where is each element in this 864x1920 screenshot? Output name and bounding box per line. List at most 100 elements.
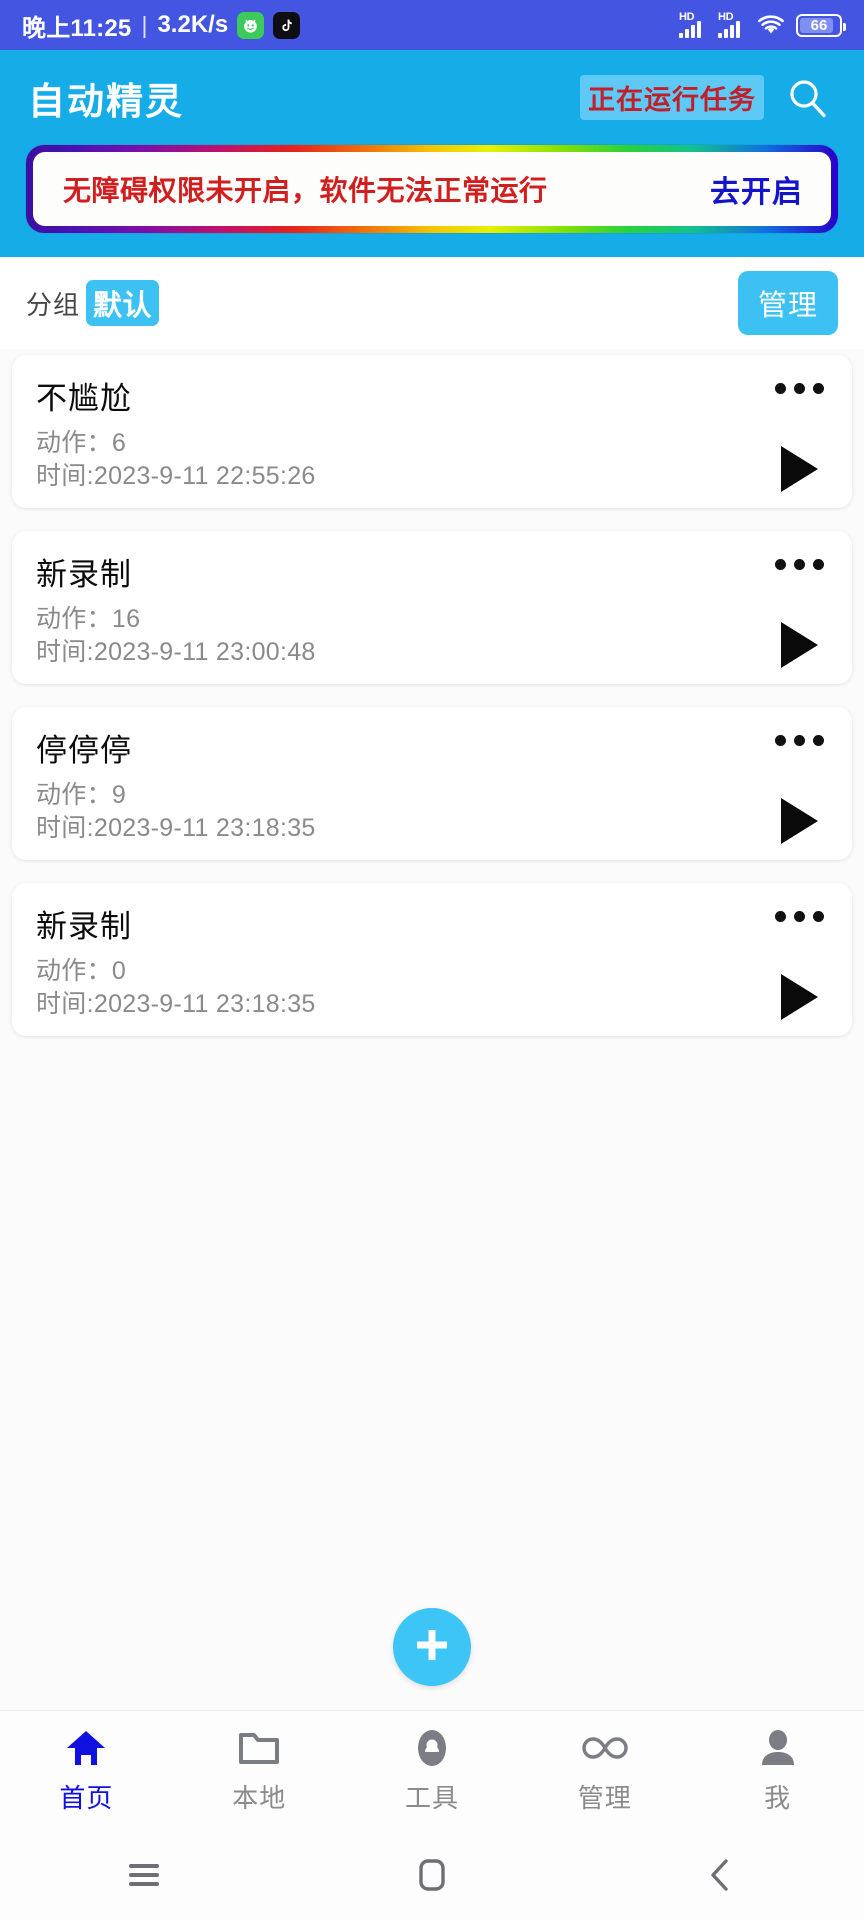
tab-manage-label: 管理 [577,1783,632,1813]
app-header-row: 自动精灵 正在运行任务 [0,50,864,145]
task-meta: 动作：9 时间:2023-9-11 23:18:35 [36,779,828,845]
task-actions-value: 16 [111,605,141,633]
manage-button[interactable]: 管理 [737,271,838,335]
group-bar: 分组 默认 管理 [0,257,864,349]
task-title: 不尴尬 [36,381,132,416]
task-time-label: 时间: [36,814,94,842]
task-title: 新录制 [36,557,132,592]
task-time-line: 时间:2023-9-11 23:18:35 [36,988,828,1021]
task-actions-line: 动作：16 [36,603,828,636]
tab-local-label: 本地 [232,1783,287,1813]
task-time-line: 时间:2023-9-11 23:00:48 [36,636,828,669]
battery-level: 66 [810,16,828,34]
task-actions-label: 动作： [36,781,112,809]
home-icon [65,1726,107,1770]
task-time-value: 2023-9-11 23:18:35 [93,990,316,1018]
tab-manage[interactable]: 管理 [518,1726,691,1815]
tab-me[interactable]: 我 [691,1726,864,1815]
tab-tools-label: 工具 [404,1783,459,1813]
hd-label-1: HD [679,11,695,23]
status-bar-right: HD HD 66 [679,11,846,38]
android-nav-bar [0,1830,864,1920]
task-title: 新录制 [36,909,132,944]
task-actions-value: 9 [111,781,127,809]
home-button[interactable] [288,1858,576,1892]
signal-bars-1-icon: HD [679,11,707,38]
signal-bars-2-icon: HD [718,11,746,38]
task-actions-value: 0 [111,957,127,985]
task-time-label: 时间: [36,638,94,666]
battery-icon: 66 [796,13,846,37]
task-time-label: 时间: [36,990,94,1018]
wifi-icon [757,14,785,36]
task-time-line: 时间:2023-9-11 23:18:35 [36,812,828,845]
group-chip-default[interactable]: 默认 [86,280,160,326]
running-tasks-badge[interactable]: 正在运行任务 [580,75,764,120]
home-square-icon [418,1858,446,1892]
network-speed: 3.2K/s [157,11,229,38]
infinity-icon [582,1726,628,1770]
status-separator: | [141,11,148,38]
task-time-value: 2023-9-11 22:55:26 [93,462,316,490]
cloud-icon [412,1726,452,1770]
task-actions-label: 动作： [36,605,112,633]
tab-me-label: 我 [764,1783,792,1813]
warning-banner-inner: 无障碍权限未开启，软件无法正常运行 去开启 [33,152,831,226]
task-list: 不尴尬 动作：6 时间:2023-9-11 22:55:26 新录制 动作：16 [0,349,864,1602]
task-meta: 动作：0 时间:2023-9-11 23:18:35 [36,955,828,1021]
person-icon [759,1726,797,1770]
fab-area [0,1602,864,1710]
group-label: 分组 [26,289,81,320]
task-actions-line: 动作：0 [36,955,828,988]
phone-screen: 晚上11:25 | 3.2K/s HD HD 66 自动精灵 正在运行任务 无障… [0,0,864,1920]
status-bar: 晚上11:25 | 3.2K/s HD HD 66 [0,0,864,50]
status-time: 晚上11:25 [22,14,132,42]
page-title: 自动精灵 [28,80,184,122]
enable-permission-button[interactable]: 去开启 [710,167,803,211]
task-actions-line: 动作：6 [36,427,828,460]
task-meta: 动作：16 时间:2023-9-11 23:00:48 [36,603,828,669]
task-title: 停停停 [36,733,132,768]
back-button[interactable] [576,1858,864,1892]
tab-home-label: 首页 [59,1783,114,1813]
play-icon[interactable] [776,795,822,847]
task-time-value: 2023-9-11 23:00:48 [93,638,316,666]
status-bar-left: 晚上11:25 | 3.2K/s [22,8,301,43]
task-time-line: 时间:2023-9-11 22:55:26 [36,460,828,493]
tab-local[interactable]: 本地 [173,1726,346,1815]
green-face-icon [237,11,265,39]
play-icon[interactable] [776,443,822,495]
menu-icon [127,1860,161,1890]
play-icon[interactable] [776,971,822,1023]
task-actions-label: 动作： [36,957,112,985]
add-task-button[interactable] [393,1608,471,1686]
task-time-value: 2023-9-11 23:18:35 [93,814,316,842]
app-header: 自动精灵 正在运行任务 无障碍权限未开启，软件无法正常运行 去开启 [0,50,864,257]
play-icon[interactable] [776,619,822,671]
more-options-icon[interactable] [775,383,824,394]
more-options-icon[interactable] [775,735,824,746]
plus-icon [411,1624,453,1671]
back-chevron-icon [707,1858,733,1892]
task-actions-value: 6 [111,429,127,457]
tab-home[interactable]: 首页 [0,1726,173,1815]
warning-banner[interactable]: 无障碍权限未开启，软件无法正常运行 去开启 [26,145,838,233]
more-options-icon[interactable] [775,911,824,922]
tab-tools[interactable]: 工具 [346,1726,519,1815]
search-icon[interactable] [778,69,836,127]
task-time-label: 时间: [36,462,94,490]
tiktok-icon [273,11,301,39]
task-actions-label: 动作： [36,429,112,457]
recents-button[interactable] [0,1860,288,1890]
warning-banner-wrap: 无障碍权限未开启，软件无法正常运行 去开启 [0,145,864,253]
more-options-icon[interactable] [775,559,824,570]
folder-icon [238,1726,280,1770]
task-meta: 动作：6 时间:2023-9-11 22:55:26 [36,427,828,493]
task-card[interactable]: 不尴尬 动作：6 时间:2023-9-11 22:55:26 [12,355,852,508]
task-card[interactable]: 新录制 动作：16 时间:2023-9-11 23:00:48 [12,531,852,684]
task-card[interactable]: 新录制 动作：0 时间:2023-9-11 23:18:35 [12,883,852,1036]
task-card[interactable]: 停停停 动作：9 时间:2023-9-11 23:18:35 [12,707,852,860]
hd-label-2: HD [718,11,734,23]
warning-message: 无障碍权限未开启，软件无法正常运行 [63,175,548,206]
bottom-tab-bar: 首页 本地 工具 管理 我 [0,1710,864,1830]
